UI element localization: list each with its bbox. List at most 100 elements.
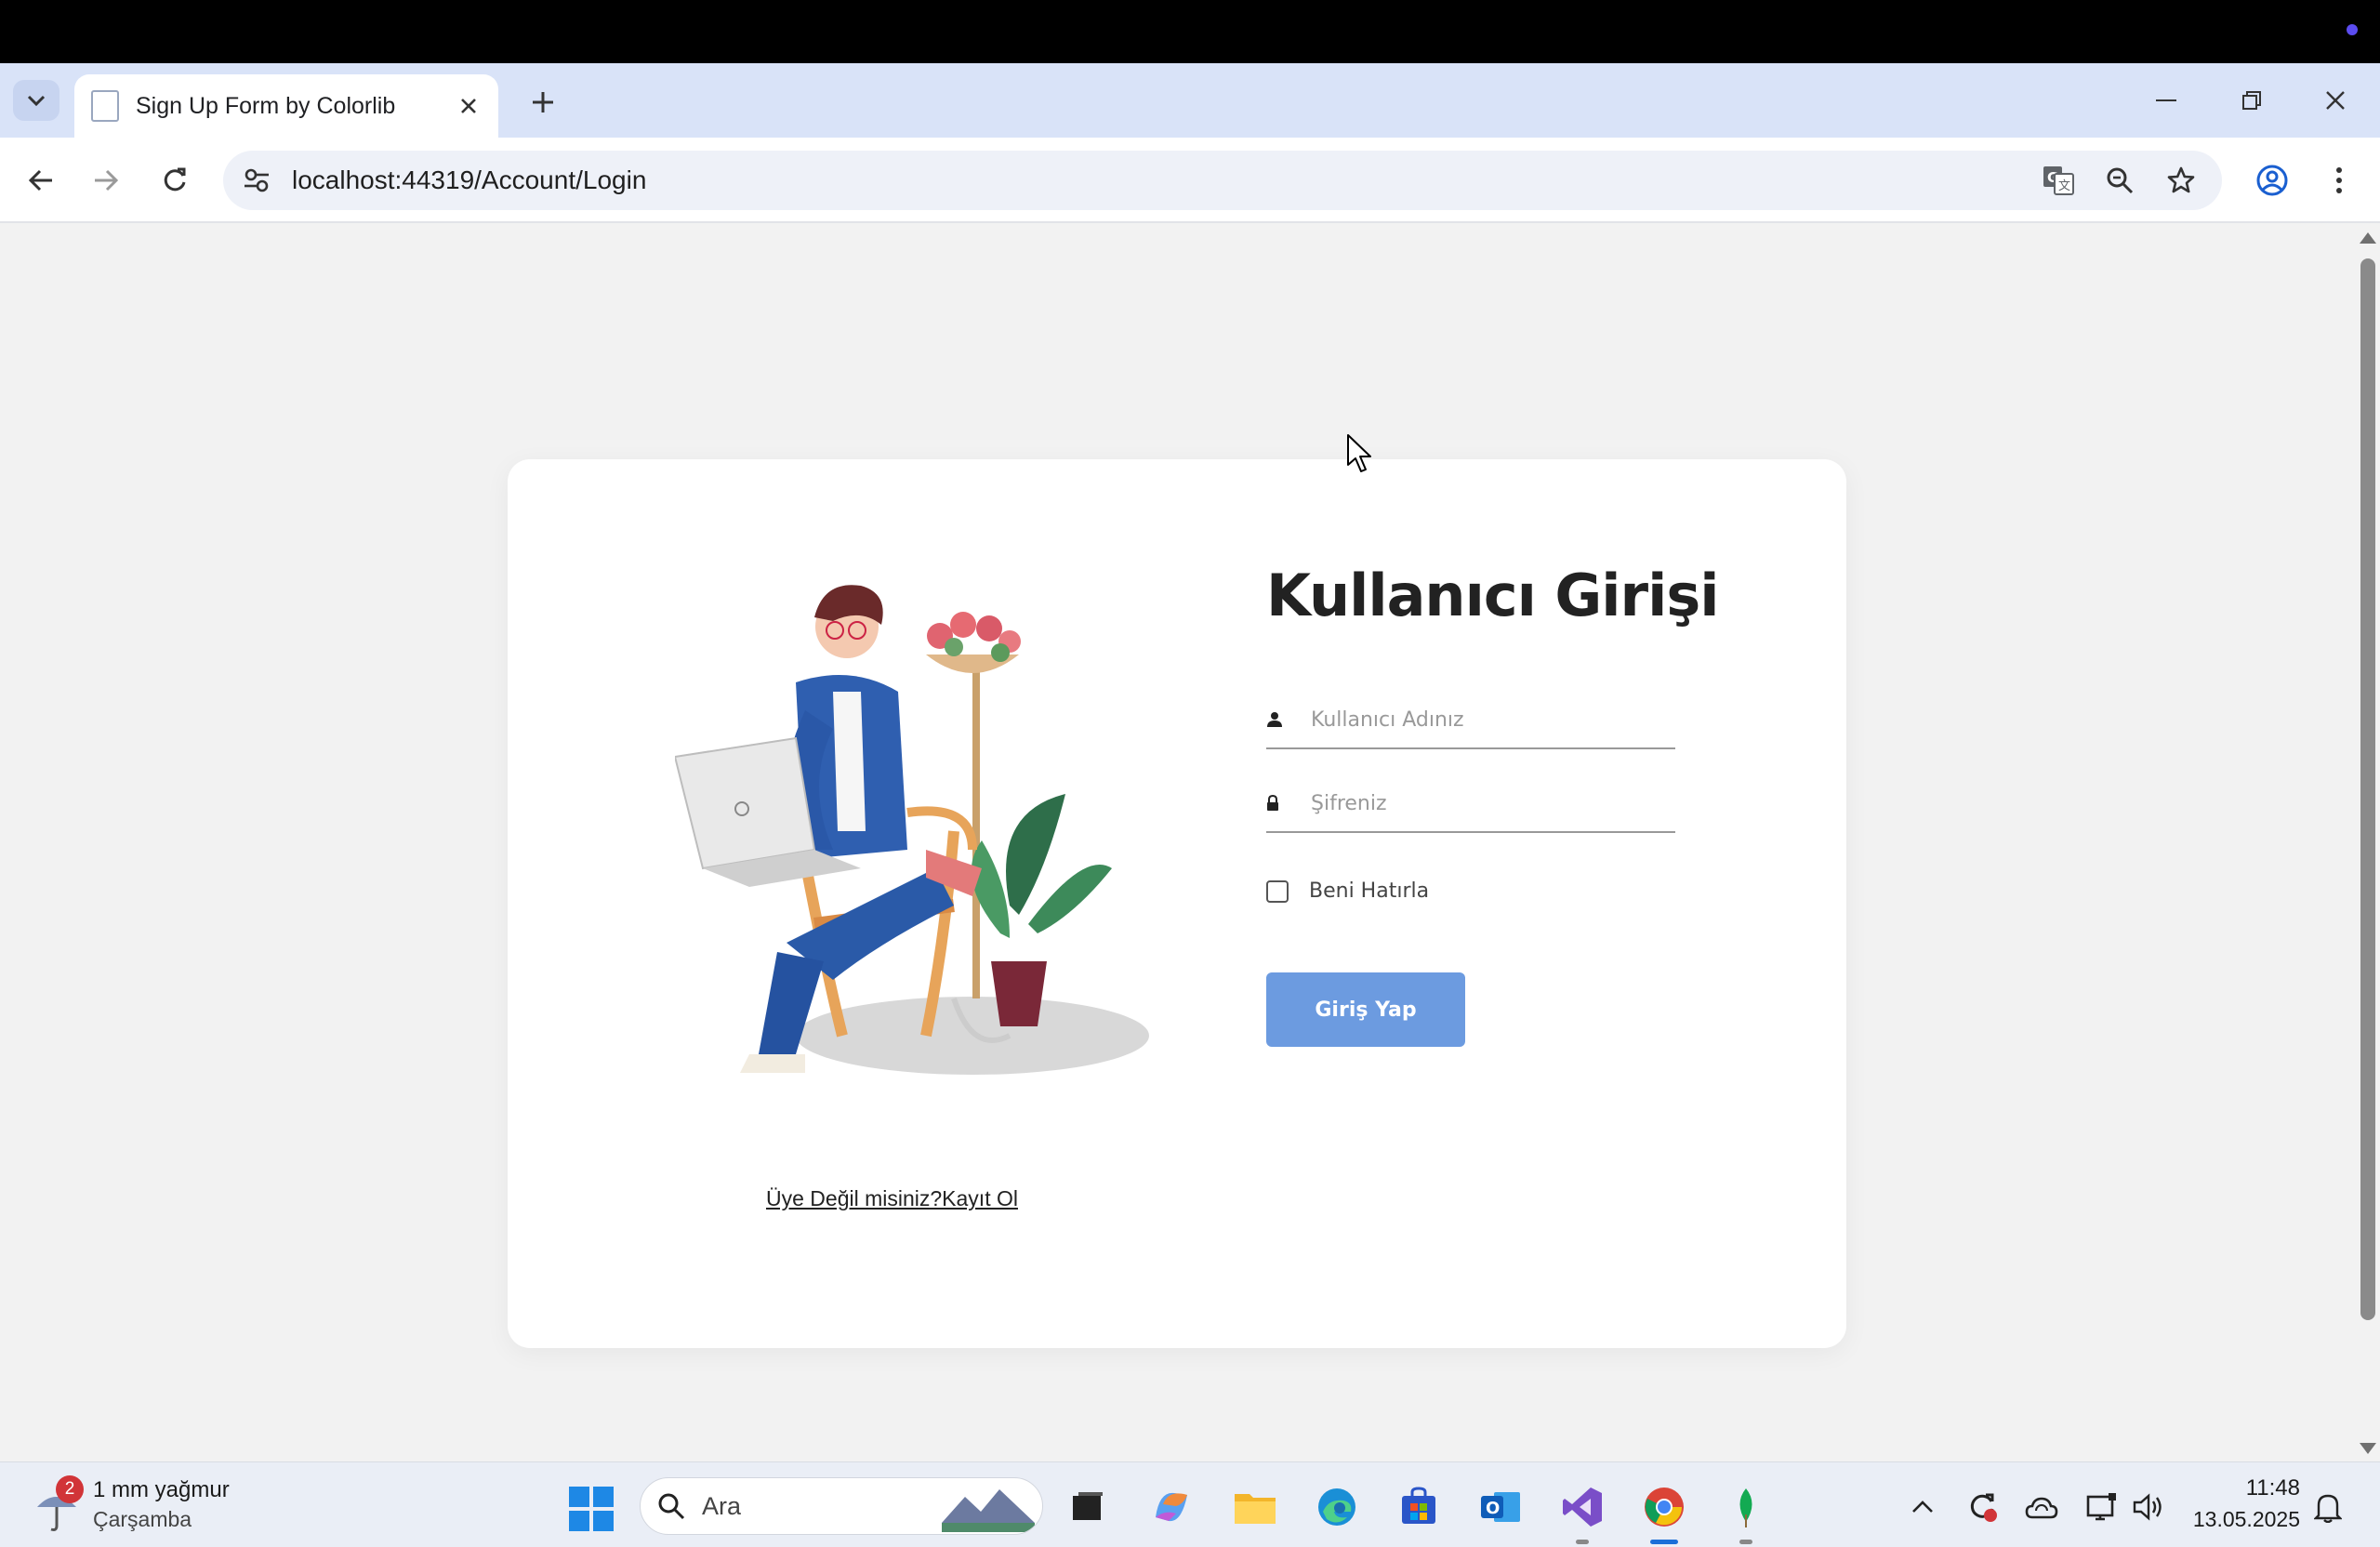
- file-explorer-app[interactable]: [1229, 1481, 1281, 1533]
- clock-time[interactable]: 11:48: [2246, 1475, 2300, 1501]
- show-hidden-icons-button[interactable]: [1902, 1487, 1943, 1527]
- tab-title: Sign Up Form by Colorlib: [136, 92, 396, 119]
- onedrive-tray-button[interactable]: [2021, 1487, 2062, 1527]
- notifications-button[interactable]: [2307, 1487, 2348, 1527]
- mouse-cursor-icon: [1347, 434, 1371, 472]
- login-title: Kullanıcı Girişi: [1266, 562, 1720, 629]
- arrow-left-icon: [28, 169, 52, 192]
- star-icon: [2167, 166, 2195, 193]
- minimize-window-button[interactable]: [2138, 76, 2194, 125]
- address-bar[interactable]: localhost:44319/Account/Login G文: [223, 151, 2222, 210]
- speaker-icon: [2133, 1493, 2162, 1521]
- task-view-app[interactable]: [1062, 1481, 1114, 1533]
- url-text: localhost:44319/Account/Login: [292, 165, 647, 194]
- user-icon: [1266, 711, 1292, 728]
- chrome-app[interactable]: [1638, 1481, 1690, 1544]
- tab-search-button[interactable]: [13, 80, 60, 121]
- page-scrollbar[interactable]: [2354, 225, 2380, 1461]
- network-tray-button[interactable]: [2081, 1487, 2122, 1527]
- new-tab-button[interactable]: [522, 82, 563, 123]
- running-indicator: [1576, 1540, 1589, 1544]
- camera-indicator-dot: [2347, 24, 2358, 35]
- weather-notification-badge: 2: [56, 1475, 84, 1503]
- profile-button[interactable]: [2250, 158, 2294, 203]
- cloud-sync-icon: [2025, 1497, 2058, 1519]
- forward-button[interactable]: [84, 158, 128, 203]
- browser-tab-active[interactable]: Sign Up Form by Colorlib: [74, 74, 498, 138]
- zoom-out-icon: [2107, 167, 2134, 194]
- page-favicon-icon: [91, 90, 119, 122]
- lock-icon: [1266, 795, 1292, 812]
- reload-icon: [164, 167, 186, 192]
- mongodb-app[interactable]: [1720, 1481, 1772, 1544]
- restore-window-button[interactable]: [2224, 76, 2280, 125]
- scrollbar-thumb[interactable]: [2360, 258, 2375, 1320]
- remember-me-checkbox[interactable]: [1266, 879, 1289, 903]
- browser-menu-button[interactable]: [2317, 158, 2361, 203]
- account-circle-icon: [2256, 165, 2288, 196]
- username-field[interactable]: [1266, 692, 1675, 749]
- chrome-icon: [1645, 1488, 1684, 1527]
- scroll-up-arrow-icon[interactable]: [2360, 232, 2376, 244]
- copilot-icon: [1156, 1492, 1187, 1522]
- password-input[interactable]: [1309, 790, 1662, 816]
- edge-app[interactable]: [1311, 1481, 1363, 1533]
- outlook-app[interactable]: O: [1474, 1481, 1527, 1533]
- svg-text:文: 文: [2058, 179, 2070, 193]
- weather-summary[interactable]: 1 mm yağmur: [93, 1477, 230, 1503]
- back-button[interactable]: [19, 158, 63, 203]
- browser-tab-strip: Sign Up Form by Colorlib: [0, 63, 2380, 138]
- visual-studio-icon: [1563, 1488, 1602, 1527]
- close-window-button[interactable]: [2307, 76, 2363, 125]
- username-input[interactable]: [1309, 707, 1662, 733]
- tune-icon: [245, 168, 269, 192]
- weather-day[interactable]: Çarşamba: [93, 1507, 192, 1532]
- arrow-right-icon: [95, 169, 119, 192]
- reload-button[interactable]: [152, 158, 197, 203]
- screen-top-bar: [0, 0, 2380, 63]
- translate-icon: G文: [2043, 166, 2074, 195]
- search-highlight-mountains-icon: [942, 1489, 1035, 1532]
- volume-tray-button[interactable]: [2129, 1487, 2170, 1527]
- restore-icon: [2242, 91, 2261, 110]
- register-link[interactable]: Üye Değil misiniz?Kayıt Ol: [766, 1186, 1018, 1211]
- zoom-button[interactable]: [2097, 158, 2142, 203]
- close-icon: [2326, 91, 2345, 110]
- chevron-down-icon: [27, 95, 46, 107]
- clock-date[interactable]: 13.05.2025: [2193, 1507, 2300, 1532]
- search-placeholder: Ara: [702, 1491, 742, 1520]
- password-field[interactable]: [1266, 775, 1675, 833]
- close-icon: [461, 99, 476, 113]
- active-indicator: [1650, 1540, 1678, 1544]
- translate-button[interactable]: G文: [2036, 158, 2081, 203]
- minimize-icon: [2156, 99, 2176, 101]
- taskbar-search[interactable]: Ara: [640, 1477, 1043, 1535]
- site-info-button[interactable]: [234, 158, 279, 203]
- svg-text:O: O: [1486, 1499, 1500, 1518]
- person-with-laptop-illustration: [675, 585, 1149, 1075]
- chevron-up-icon: [1912, 1501, 1933, 1513]
- scroll-down-arrow-icon[interactable]: [2360, 1443, 2376, 1454]
- mongodb-leaf-icon: [1739, 1488, 1752, 1527]
- login-button[interactable]: Giriş Yap: [1266, 972, 1465, 1047]
- network-icon: [2086, 1493, 2116, 1521]
- running-indicator: [1739, 1540, 1752, 1544]
- windows-start-icon[interactable]: [567, 1485, 615, 1533]
- sync-error-icon: [1970, 1493, 1997, 1522]
- remember-me-label[interactable]: Beni Hatırla: [1309, 879, 1429, 903]
- folder-icon: [1235, 1494, 1276, 1524]
- plus-icon: [533, 92, 553, 112]
- windows-taskbar: 2 1 mm yağmur Çarşamba Ara O 11:48 13.05…: [0, 1461, 2380, 1547]
- visual-studio-app[interactable]: [1556, 1481, 1608, 1544]
- login-card: Üye Değil misiniz?Kayıt Ol Kullanıcı Gir…: [508, 459, 1846, 1348]
- more-vertical-icon: [2336, 167, 2342, 193]
- bell-icon: [2314, 1494, 2342, 1523]
- sync-tray-button[interactable]: [1962, 1487, 2003, 1527]
- remember-me[interactable]: Beni Hatırla: [1266, 879, 1429, 903]
- edge-icon: [1318, 1488, 1355, 1526]
- microsoft-store-app[interactable]: [1393, 1481, 1445, 1533]
- bookmark-button[interactable]: [2159, 158, 2203, 203]
- task-view-icon: [1073, 1492, 1103, 1520]
- copilot-app[interactable]: [1145, 1481, 1197, 1533]
- tab-close-button[interactable]: [450, 87, 487, 125]
